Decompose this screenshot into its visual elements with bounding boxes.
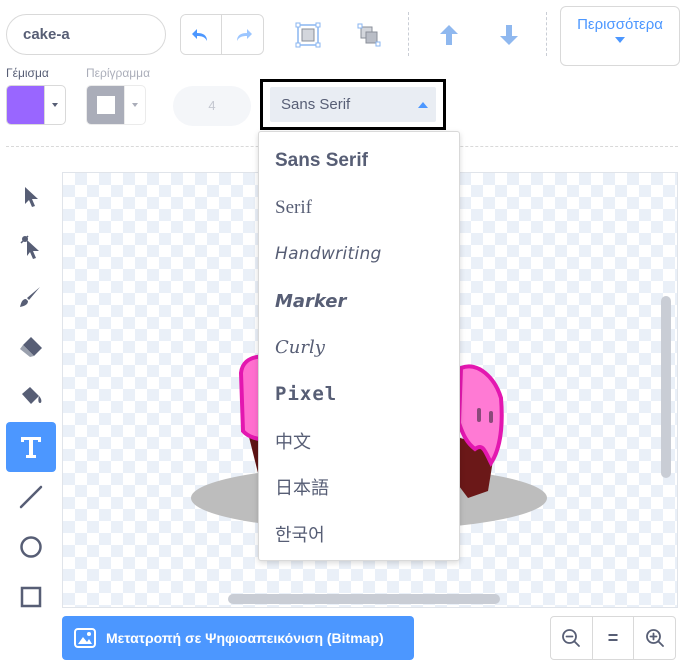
circle-icon bbox=[20, 536, 42, 558]
zoom-reset-button[interactable]: = bbox=[593, 617, 635, 659]
font-option-sans-serif[interactable]: Sans Serif bbox=[259, 138, 459, 185]
more-button[interactable]: Περισσότερα bbox=[560, 6, 680, 66]
zoom-out-button[interactable] bbox=[551, 617, 593, 659]
ungroup-icon bbox=[357, 23, 381, 47]
redo-icon bbox=[236, 28, 252, 41]
toolbar-divider bbox=[546, 12, 547, 56]
zoom-reset-label: = bbox=[607, 627, 619, 648]
cursor-icon bbox=[25, 187, 38, 207]
reshape-tool[interactable] bbox=[6, 222, 56, 272]
outline-swatch bbox=[87, 86, 125, 124]
fill-label: Γέμισμα bbox=[6, 66, 49, 80]
font-menu: Sans Serif Serif Handwriting Marker Curl… bbox=[258, 131, 460, 561]
zoom-out-icon bbox=[562, 629, 581, 647]
undo-icon bbox=[192, 28, 207, 41]
convert-to-bitmap-button[interactable]: Μετατροπή σε Ψηφιοαπεικόνιση (Bitmap) bbox=[62, 616, 414, 660]
forward-button[interactable] bbox=[428, 14, 470, 56]
font-option-marker[interactable]: Marker bbox=[259, 278, 459, 325]
zoom-in-icon bbox=[645, 629, 664, 647]
text-tool[interactable] bbox=[6, 422, 56, 472]
undo-button[interactable] bbox=[181, 15, 223, 54]
select-tool[interactable] bbox=[6, 172, 56, 222]
arrow-down-icon bbox=[500, 25, 518, 45]
horizontal-scrollbar[interactable] bbox=[228, 594, 500, 604]
eraser-icon bbox=[20, 337, 42, 357]
tool-palette bbox=[6, 172, 56, 622]
rectangle-icon bbox=[20, 586, 42, 608]
font-option-curly[interactable]: Curly bbox=[259, 324, 459, 371]
font-option-pixel[interactable]: Pixel bbox=[259, 371, 459, 418]
rectangle-tool[interactable] bbox=[6, 572, 56, 622]
reshape-icon bbox=[20, 235, 39, 259]
image-icon bbox=[74, 628, 96, 648]
font-option-chinese[interactable]: 中文 bbox=[259, 418, 459, 465]
arrow-up-icon bbox=[440, 25, 458, 45]
outline-label: Περίγραμμα bbox=[86, 66, 151, 80]
group-icon bbox=[295, 22, 321, 48]
costume-name-input[interactable]: cake-a bbox=[6, 14, 166, 55]
brush-icon bbox=[20, 287, 40, 307]
convert-to-bitmap-label: Μετατροπή σε Ψηφιοαπεικόνιση (Bitmap) bbox=[106, 630, 384, 646]
chevron-down-icon bbox=[52, 103, 58, 107]
line-icon bbox=[19, 485, 43, 509]
fill-color-picker[interactable] bbox=[6, 85, 66, 125]
font-option-handwriting[interactable]: Handwriting bbox=[259, 231, 459, 278]
chevron-down-icon bbox=[615, 37, 625, 43]
outline-width-input[interactable]: 4 bbox=[173, 86, 251, 126]
fill-tool[interactable] bbox=[6, 372, 56, 422]
paint-bucket-icon bbox=[22, 387, 42, 404]
font-selected-label: Sans Serif bbox=[281, 96, 351, 113]
eraser-tool[interactable] bbox=[6, 322, 56, 372]
font-option-serif[interactable]: Serif bbox=[259, 185, 459, 232]
font-dropdown[interactable]: Sans Serif bbox=[260, 79, 446, 130]
vertical-scrollbar[interactable] bbox=[661, 296, 671, 478]
font-option-japanese[interactable]: 日本語 bbox=[259, 464, 459, 511]
redo-button[interactable] bbox=[222, 15, 263, 54]
line-tool[interactable] bbox=[6, 472, 56, 522]
zoom-controls: = bbox=[550, 616, 676, 660]
fill-swatch bbox=[7, 86, 45, 124]
group-button[interactable] bbox=[287, 14, 329, 56]
zoom-in-button[interactable] bbox=[634, 617, 675, 659]
backward-button[interactable] bbox=[488, 14, 530, 56]
chevron-down-icon bbox=[132, 103, 138, 107]
brush-tool[interactable] bbox=[6, 272, 56, 322]
undo-redo-group bbox=[180, 14, 264, 55]
toolbar-divider bbox=[408, 12, 409, 56]
ungroup-button[interactable] bbox=[348, 14, 390, 56]
chevron-up-icon bbox=[418, 101, 428, 108]
outline-color-picker[interactable] bbox=[86, 85, 146, 125]
more-label: Περισσότερα bbox=[577, 16, 663, 33]
text-icon bbox=[21, 437, 41, 458]
font-option-korean[interactable]: 한국어 bbox=[259, 511, 459, 558]
circle-tool[interactable] bbox=[6, 522, 56, 572]
